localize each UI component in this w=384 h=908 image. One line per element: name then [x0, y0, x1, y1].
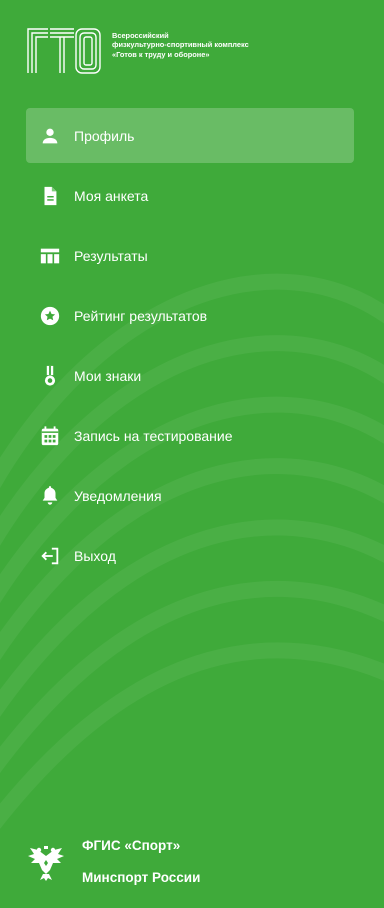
star-badge-icon	[38, 304, 62, 328]
menu-item-notifications[interactable]: Уведомления	[26, 468, 354, 523]
footer-system-name: ФГИС «Спорт»	[82, 838, 181, 853]
menu-item-profile[interactable]: Профиль	[26, 108, 354, 163]
sidebar: Всероссийский физкультурно-спортивный ко…	[0, 0, 384, 908]
calendar-icon	[38, 424, 62, 448]
logout-icon	[38, 544, 62, 568]
menu-label: Уведомления	[74, 487, 162, 504]
bell-icon	[38, 484, 62, 508]
brand-text: Всероссийский физкультурно-спортивный ко…	[112, 31, 249, 59]
brand-line-1: Всероссийский	[112, 31, 169, 40]
menu-item-my-badges[interactable]: Мои знаки	[26, 348, 354, 403]
brand-line-2: физкультурно-спортивный комплекс	[112, 40, 249, 50]
menu-label: Результаты	[74, 247, 148, 264]
gto-logo[interactable]	[26, 27, 102, 75]
menu-label: Моя анкета	[74, 187, 149, 204]
table-icon	[38, 244, 62, 268]
menu-label: Профиль	[74, 127, 135, 144]
menu-label: Выход	[74, 547, 116, 564]
double-headed-eagle-emblem	[28, 846, 64, 881]
menu-label: Мои знаки	[74, 367, 142, 384]
menu-item-my-form[interactable]: Моя анкета	[26, 168, 354, 223]
footer-ministry-name: Минспорт России	[82, 870, 201, 885]
main-menu: Профиль Моя анкета Результаты Рейтинг ре…	[26, 108, 354, 588]
menu-item-logout[interactable]: Выход	[26, 528, 354, 583]
menu-label: Запись на тестирование	[74, 427, 233, 444]
menu-item-rating[interactable]: Рейтинг результатов	[26, 288, 354, 343]
menu-item-test-signup[interactable]: Запись на тестирование	[26, 408, 354, 463]
menu-label: Рейтинг результатов	[74, 307, 208, 324]
document-icon	[38, 184, 62, 208]
person-icon	[38, 124, 62, 148]
menu-item-results[interactable]: Результаты	[26, 228, 354, 283]
brand-line-3: «Готов к труду и обороне»	[112, 49, 210, 59]
brand-header: Всероссийский физкультурно-спортивный ко…	[26, 27, 249, 75]
medal-icon	[38, 364, 62, 388]
